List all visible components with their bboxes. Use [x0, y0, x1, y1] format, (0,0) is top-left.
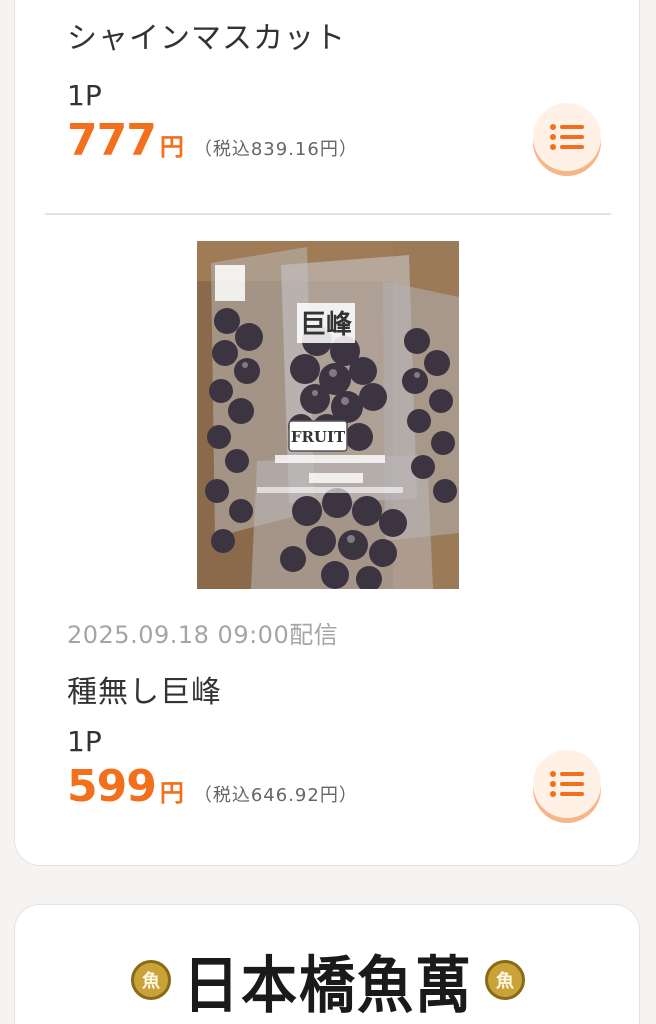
- store-emblem-icon: 魚: [485, 960, 525, 1000]
- image-label: FRUIT: [291, 428, 346, 446]
- product-list-card: シャインマスカット 1P 777 円 （税込839.16円） 巨峰 FRUIT …: [14, 0, 640, 866]
- store-emblem-icon: 魚: [131, 960, 171, 1000]
- list-icon: [550, 771, 584, 797]
- product-item: シャインマスカット 1P 777 円 （税込839.16円）: [15, 0, 639, 211]
- store-logo-text: 日本橋魚萬: [183, 948, 473, 1022]
- list-button[interactable]: [533, 750, 601, 818]
- product-quantity: 1P: [67, 79, 102, 112]
- price-value: 599: [67, 761, 157, 812]
- store-card[interactable]: 魚 日本橋魚萬 魚: [14, 904, 640, 1024]
- price-unit: 円: [159, 133, 184, 161]
- price-tax-included: （税込646.92円）: [193, 785, 358, 806]
- product-image[interactable]: 巨峰 FRUIT: [197, 241, 459, 589]
- divider: [45, 213, 611, 215]
- store-logo: 魚 日本橋魚萬 魚: [121, 935, 535, 1024]
- list-icon: [550, 124, 584, 150]
- delivery-date: 2025.09.18 09:00配信: [67, 621, 339, 649]
- product-name: 種無し巨峰: [67, 675, 222, 710]
- price-value: 777: [67, 115, 157, 166]
- product-name: シャインマスカット: [67, 21, 346, 56]
- page: シャインマスカット 1P 777 円 （税込839.16円） 巨峰 FRUIT …: [0, 0, 656, 1024]
- price-unit: 円: [159, 779, 184, 807]
- price-row: 599 円 （税込646.92円）: [67, 761, 358, 812]
- product-quantity: 1P: [67, 725, 102, 758]
- grape-package-image: 巨峰 FRUIT: [197, 241, 459, 589]
- price-row: 777 円 （税込839.16円）: [67, 115, 358, 166]
- list-button[interactable]: [533, 103, 601, 171]
- svg-text:巨峰: 巨峰: [300, 310, 352, 340]
- price-tax-included: （税込839.16円）: [193, 139, 358, 160]
